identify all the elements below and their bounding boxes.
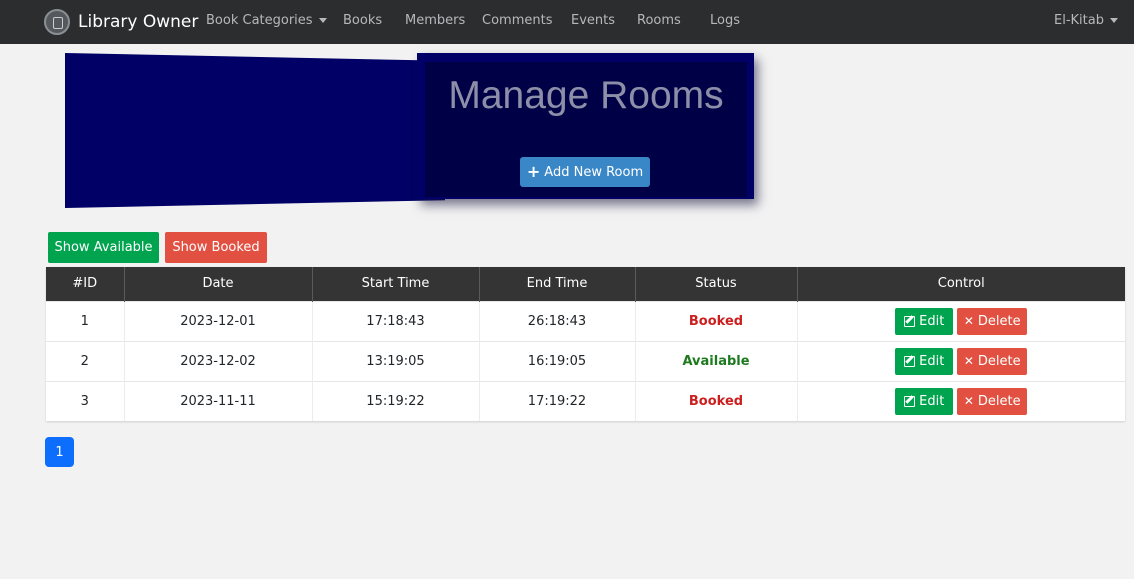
room-id: 2 (46, 340, 125, 381)
room-id: 3 (46, 380, 125, 421)
caret-down-icon (318, 18, 327, 23)
room-start-time: 15:19:22 (312, 380, 480, 421)
status-badge: Available (635, 340, 798, 381)
edit-button[interactable]: Edit (895, 387, 954, 415)
nav-logs[interactable]: Logs (710, 13, 740, 28)
x-icon: ✕ (963, 394, 974, 409)
delete-button[interactable]: ✕ Delete (957, 307, 1028, 335)
room-start-time: 17:18:43 (312, 300, 480, 341)
delete-button[interactable]: ✕ Delete (957, 347, 1028, 375)
room-end-time: 16:19:05 (479, 340, 636, 381)
nav-book-categories[interactable]: Book Categories (206, 13, 327, 28)
edit-label: Edit (919, 313, 945, 329)
delete-button[interactable]: ✕ Delete (957, 387, 1028, 415)
column-header-id: #ID (46, 267, 125, 301)
nav-members[interactable]: Members (405, 13, 465, 28)
table-row: 1 2023-12-01 17:18:43 26:18:43 Booked Ed… (46, 300, 1125, 341)
user-menu[interactable]: El-Kitab (1054, 13, 1118, 28)
plus-icon: + (526, 162, 541, 181)
nav-events[interactable]: Events (571, 13, 615, 28)
row-controls: Edit ✕ Delete (797, 340, 1125, 381)
status-badge: Booked (635, 380, 798, 421)
edit-icon (904, 315, 916, 327)
nav-book-categories-label: Book Categories (206, 13, 313, 28)
column-header-end-time: End Time (479, 267, 636, 301)
room-end-time: 17:19:22 (479, 380, 636, 421)
column-header-date: Date (124, 267, 313, 301)
room-date: 2023-11-11 (124, 380, 313, 421)
room-id: 1 (46, 300, 125, 341)
brand-title: Library Owner (78, 12, 199, 32)
nav-books[interactable]: Books (343, 13, 382, 28)
x-icon: ✕ (963, 314, 974, 328)
column-header-start-time: Start Time (312, 267, 480, 301)
delete-label: Delete (977, 393, 1021, 409)
edit-icon (904, 355, 916, 367)
x-icon: ✕ (963, 354, 974, 368)
show-booked-button[interactable]: Show Booked (165, 232, 267, 263)
column-header-control: Control (797, 267, 1125, 301)
row-controls: Edit ✕ Delete (797, 300, 1125, 341)
nav-comments[interactable]: Comments (482, 13, 552, 28)
nav-rooms[interactable]: Rooms (637, 13, 681, 28)
add-new-room-label: Add New Room (544, 164, 644, 180)
brand-link[interactable]: Library Owner (44, 9, 198, 35)
delete-label: Delete (977, 353, 1021, 369)
page-title: Manage Rooms (448, 74, 724, 117)
edit-icon (904, 395, 916, 407)
library-logo-icon (44, 9, 70, 35)
caret-down-icon (1109, 18, 1118, 23)
edit-label: Edit (919, 353, 945, 369)
table-header-row: #ID Date Start Time End Time Status Cont… (46, 267, 1125, 301)
room-start-time: 13:19:05 (312, 340, 480, 381)
table-row: 2 2023-12-02 13:19:05 16:19:05 Available… (46, 340, 1125, 381)
show-available-button[interactable]: Show Available (48, 232, 159, 263)
room-end-time: 26:18:43 (479, 300, 636, 341)
rooms-table: #ID Date Start Time End Time Status Cont… (46, 267, 1125, 421)
table-row: 3 2023-11-11 15:19:22 17:19:22 Booked Ed… (46, 380, 1125, 421)
edit-button[interactable]: Edit (895, 347, 954, 375)
delete-label: Delete (977, 313, 1021, 329)
room-date: 2023-12-02 (124, 340, 313, 381)
navbar: Library Owner Book Categories Books Memb… (0, 0, 1134, 44)
edit-button[interactable]: Edit (895, 307, 954, 335)
room-date: 2023-12-01 (124, 300, 313, 341)
user-menu-label: El-Kitab (1054, 13, 1104, 28)
pagination-page-1[interactable]: 1 (45, 437, 74, 467)
hero-banner-background (65, 53, 445, 208)
edit-label: Edit (919, 393, 945, 409)
row-controls: Edit ✕ Delete (797, 380, 1125, 421)
add-new-room-button[interactable]: + Add New Room (520, 157, 650, 187)
status-badge: Booked (635, 300, 798, 341)
column-header-status: Status (635, 267, 798, 301)
